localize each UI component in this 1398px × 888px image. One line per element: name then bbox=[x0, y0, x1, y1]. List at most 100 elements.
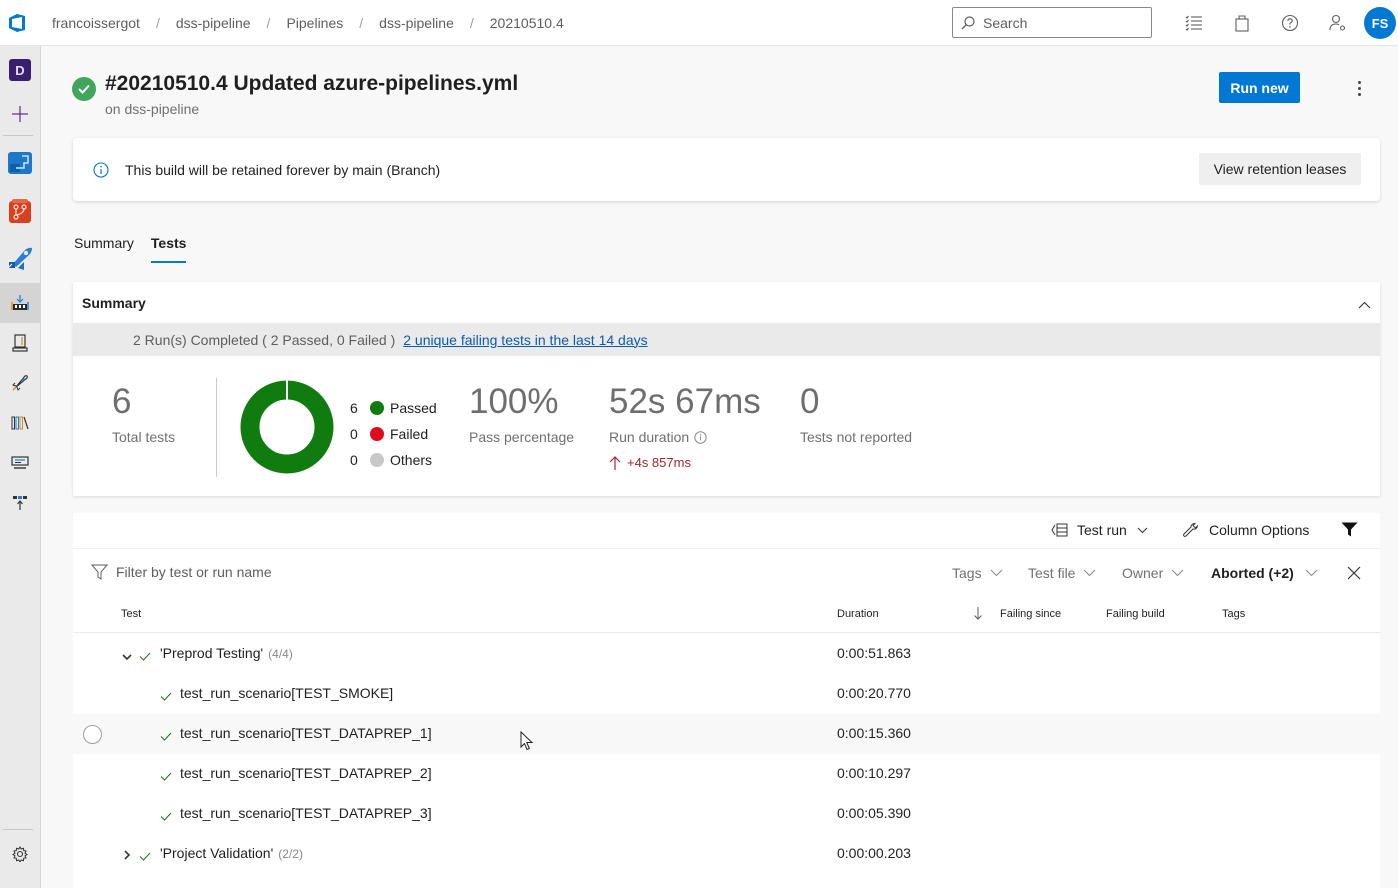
filter-input[interactable]: Filter by test or run name bbox=[91, 564, 272, 580]
not-reported-stat: 0 Tests not reported bbox=[800, 384, 912, 445]
run-duration-label-row: Run duration bbox=[609, 429, 761, 445]
mouse-cursor-icon bbox=[520, 731, 534, 751]
check-icon bbox=[139, 848, 151, 864]
check-icon bbox=[139, 648, 151, 664]
task-list-icon[interactable] bbox=[1170, 0, 1218, 46]
filter-bar: Filter by test or run name Tags Test fil… bbox=[73, 548, 1380, 596]
column-header-test[interactable]: Test bbox=[121, 608, 141, 620]
summary-card: Summary 2 Run(s) Completed ( 2 Passed, 0… bbox=[73, 282, 1380, 496]
group-by-dropdown[interactable]: Test run bbox=[1051, 522, 1148, 538]
builds-icon bbox=[11, 295, 29, 310]
column-header-failing-build[interactable]: Failing build bbox=[1106, 608, 1165, 620]
chevron-down-icon bbox=[1305, 569, 1318, 577]
failed-label: Failed bbox=[390, 426, 429, 442]
breadcrumb-separator: / bbox=[359, 14, 364, 31]
top-bar: francoissergot / dss-pipeline / Pipeline… bbox=[0, 0, 1398, 46]
nav-settings[interactable] bbox=[0, 834, 40, 874]
nav-library[interactable] bbox=[0, 403, 40, 443]
outcome-filter-dropdown[interactable]: Aborted (+2) bbox=[1211, 565, 1318, 581]
pass-percentage-stat: 100% Pass percentage bbox=[469, 384, 574, 445]
retention-banner: This build will be retained forever by m… bbox=[73, 138, 1380, 201]
total-tests-label: Total tests bbox=[112, 429, 176, 445]
marketplace-bag-icon[interactable] bbox=[1218, 0, 1266, 46]
duration-delta-value: +4s 857ms bbox=[627, 455, 691, 470]
more-actions-icon[interactable] bbox=[1349, 76, 1369, 100]
view-retention-leases-button[interactable]: View retention leases bbox=[1199, 153, 1361, 185]
test-name: test_run_scenario[TEST_DATAPREP_2] bbox=[180, 765, 432, 781]
legend-passed: 6 Passed bbox=[350, 395, 437, 421]
run-new-button[interactable]: Run new bbox=[1219, 72, 1300, 103]
table-row[interactable]: test_run_scenario[TEST_DATAPREP_2] 0:00:… bbox=[73, 754, 1380, 794]
avatar[interactable]: FS bbox=[1364, 7, 1396, 39]
run-duration-stat: 52s 67ms Run duration +4s 857ms bbox=[609, 384, 761, 470]
filter-placeholder: Filter by test or run name bbox=[116, 564, 272, 580]
tab-summary[interactable]: Summary bbox=[74, 235, 134, 263]
duration-cell: 0:00:00.203 bbox=[837, 845, 911, 861]
table-row[interactable]: test_run_scenario[TEST_DATAPREP_3] 0:00:… bbox=[73, 794, 1380, 834]
nav-task-groups[interactable] bbox=[0, 443, 40, 483]
not-reported-label: Tests not reported bbox=[800, 429, 913, 445]
test-name: test_run_scenario[TEST_DATAPREP_1] bbox=[180, 725, 432, 741]
chevron-down-icon[interactable] bbox=[122, 648, 132, 664]
breadcrumb-project[interactable]: dss-pipeline bbox=[176, 15, 251, 31]
owner-filter-dropdown[interactable]: Owner bbox=[1122, 565, 1184, 581]
chevron-up-icon[interactable] bbox=[1358, 296, 1371, 312]
group-name: 'Preprod Testing' (4/4) bbox=[160, 645, 293, 661]
left-nav: D bbox=[0, 46, 41, 888]
check-icon bbox=[160, 728, 172, 744]
breadcrumb-run[interactable]: 20210510.4 bbox=[490, 15, 564, 31]
chevron-right-icon[interactable] bbox=[124, 847, 131, 863]
column-header-failing-since[interactable]: Failing since bbox=[1000, 608, 1061, 620]
nav-overview[interactable] bbox=[0, 143, 40, 183]
failing-tests-link[interactable]: 2 unique failing tests in the last 14 da… bbox=[403, 332, 647, 348]
check-icon bbox=[160, 688, 172, 704]
nav-environments[interactable] bbox=[0, 323, 40, 363]
duration-delta: +4s 857ms bbox=[609, 455, 761, 470]
not-reported-value: 0 bbox=[800, 382, 820, 421]
row-select-radio[interactable] bbox=[83, 725, 102, 744]
run-duration-label: Run duration bbox=[609, 429, 690, 445]
breadcrumb-pipeline[interactable]: dss-pipeline bbox=[379, 15, 454, 31]
nav-releases[interactable] bbox=[0, 363, 40, 403]
clear-filters-icon[interactable] bbox=[1347, 566, 1361, 583]
column-header-tags[interactable]: Tags bbox=[1222, 608, 1245, 620]
breadcrumb-org[interactable]: francoissergot bbox=[52, 15, 140, 31]
breadcrumb-separator: / bbox=[469, 14, 474, 31]
others-count: 0 bbox=[350, 452, 358, 468]
org-badge[interactable]: D bbox=[0, 50, 40, 90]
nav-pipelines[interactable] bbox=[0, 239, 40, 279]
column-header-duration[interactable]: Duration bbox=[837, 608, 879, 620]
breadcrumb-pipelines[interactable]: Pipelines bbox=[286, 15, 343, 31]
tab-tests[interactable]: Tests bbox=[150, 235, 186, 263]
failed-dot bbox=[370, 427, 384, 441]
filter-icon bbox=[91, 564, 108, 580]
nav-repos[interactable] bbox=[0, 191, 40, 231]
column-options-label: Column Options bbox=[1209, 522, 1310, 538]
table-row[interactable]: test_run_scenario[TEST_DATAPREP_1] 0:00:… bbox=[73, 714, 1380, 754]
group-count: (4/4) bbox=[268, 647, 293, 661]
sort-descending-icon[interactable] bbox=[973, 607, 983, 623]
donut-slice-passed[interactable] bbox=[240, 380, 334, 474]
wrench-icon bbox=[1183, 522, 1199, 538]
total-tests-value: 6 bbox=[112, 382, 132, 421]
table-row-group[interactable]: 'Preprod Testing' (4/4) 0:00:51.863 bbox=[73, 634, 1380, 674]
column-options-button[interactable]: Column Options bbox=[1183, 522, 1309, 538]
nav-builds[interactable] bbox=[0, 283, 40, 323]
search-input[interactable]: Search bbox=[952, 7, 1152, 38]
table-row[interactable]: test_run_scenario[TEST_SMOKE] 0:00:20.77… bbox=[73, 674, 1380, 714]
tabs: Summary Tests bbox=[74, 235, 203, 263]
help-icon[interactable] bbox=[1266, 0, 1314, 46]
user-settings-icon[interactable] bbox=[1314, 0, 1362, 46]
table-header: Test Duration Failing since Failing buil… bbox=[73, 596, 1380, 633]
tags-filter-label: Tags bbox=[952, 565, 982, 581]
nav-deployment-groups[interactable] bbox=[0, 483, 40, 523]
info-icon[interactable] bbox=[694, 430, 707, 444]
filter-toggle-icon[interactable] bbox=[1341, 522, 1358, 537]
azure-devops-logo-icon[interactable] bbox=[0, 0, 34, 46]
duration-cell: 0:00:10.297 bbox=[837, 765, 911, 781]
success-status-icon bbox=[72, 77, 96, 101]
nav-new[interactable] bbox=[0, 94, 40, 134]
table-row-group[interactable]: 'Project Validation' (2/2) 0:00:00.203 bbox=[73, 834, 1380, 874]
test-file-filter-dropdown[interactable]: Test file bbox=[1028, 565, 1096, 581]
tags-filter-dropdown[interactable]: Tags bbox=[952, 565, 1003, 581]
